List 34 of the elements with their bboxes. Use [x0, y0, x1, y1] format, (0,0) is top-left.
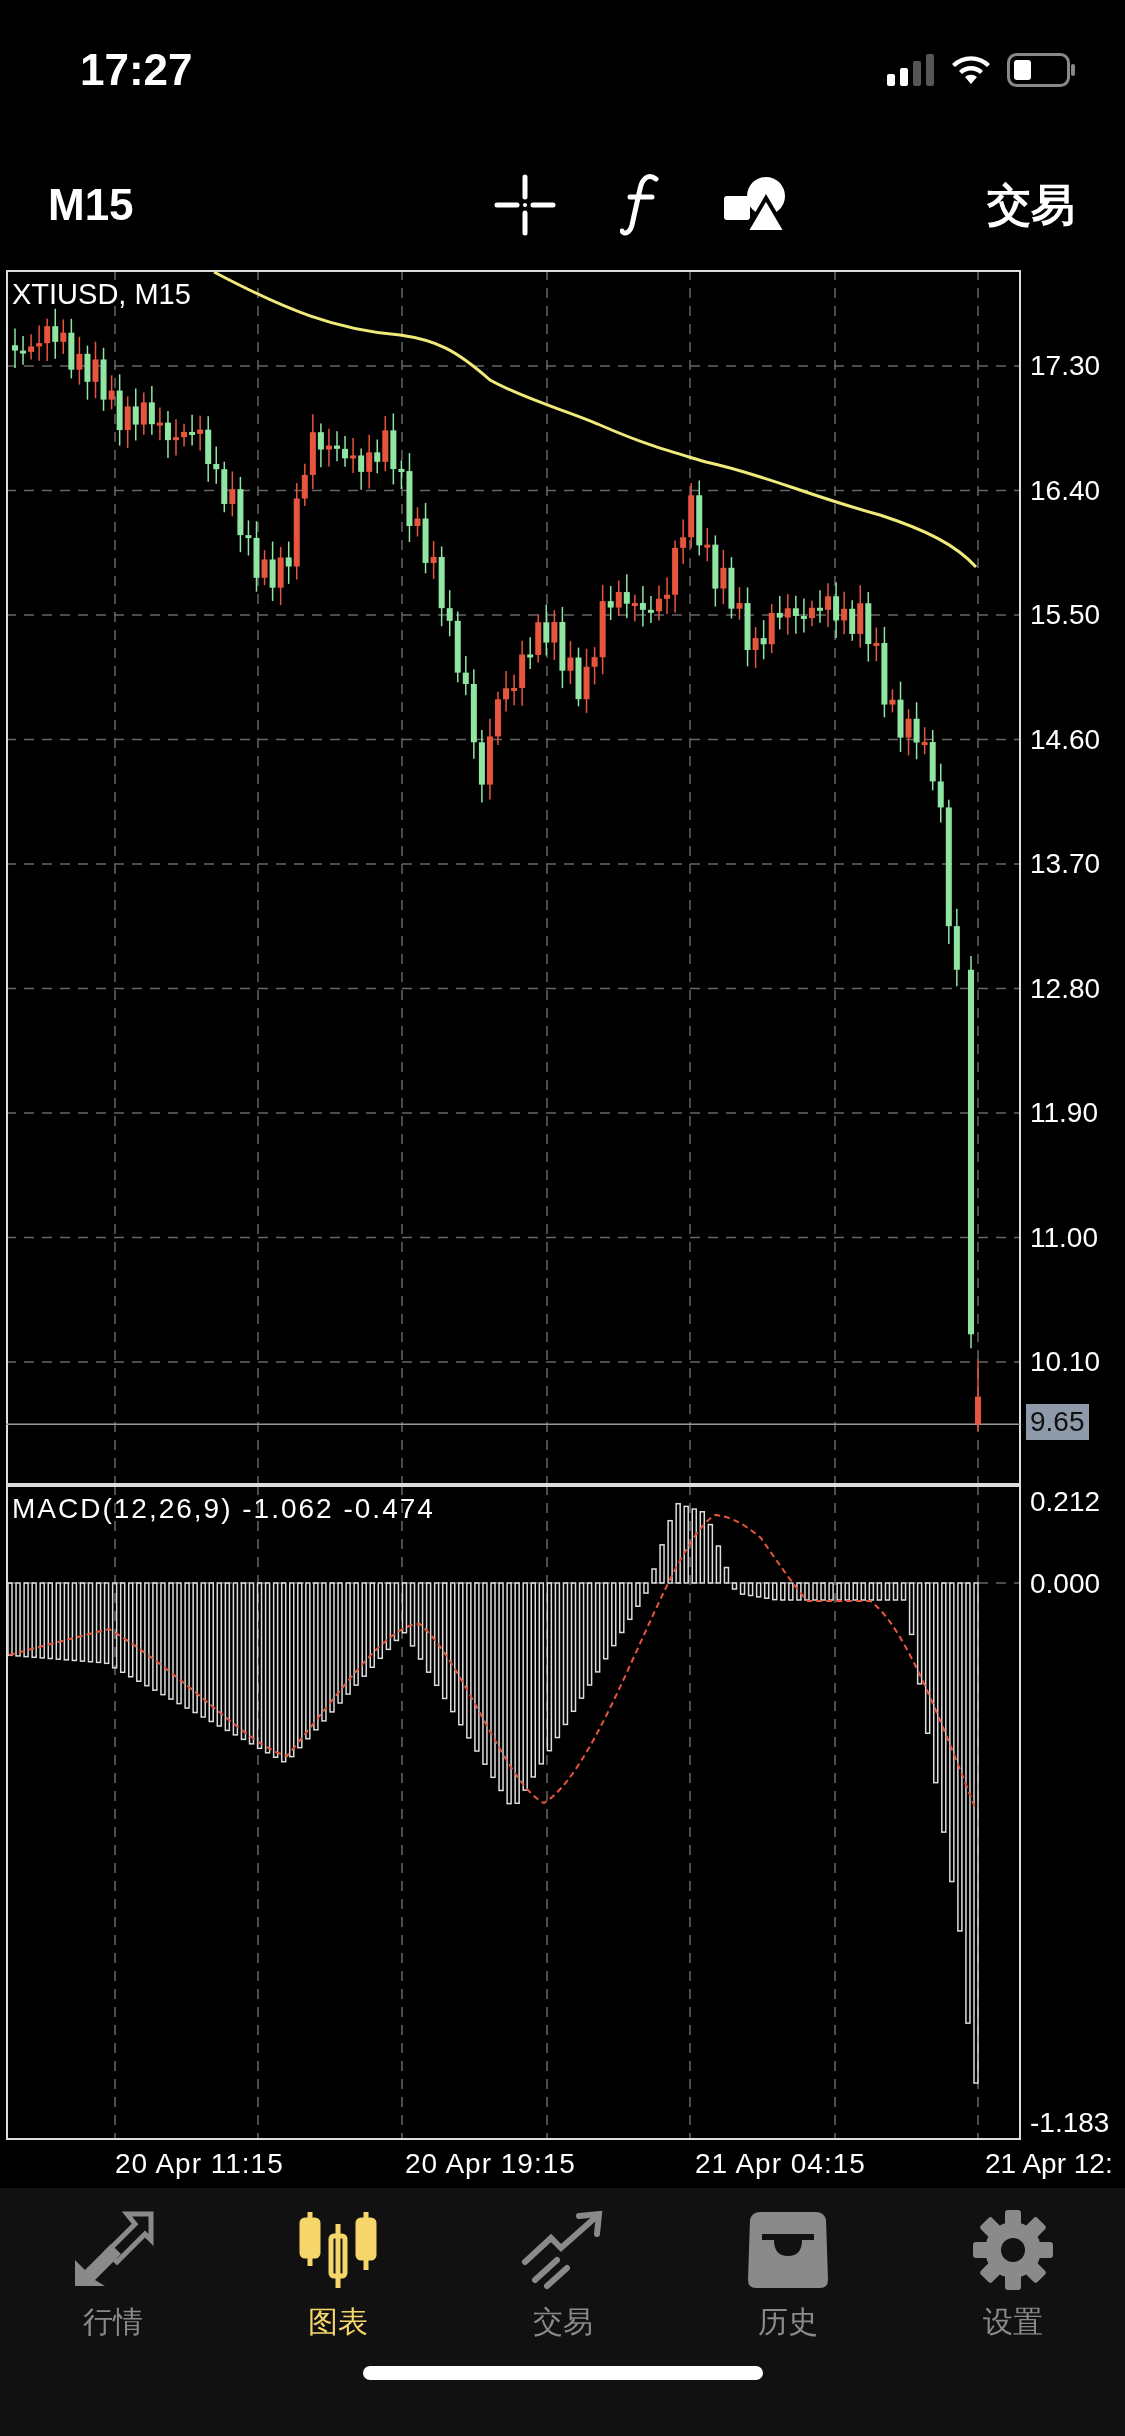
price-tick-label: 10.10 [1029, 1345, 1101, 1379]
price-tick-label: 11.00 [1029, 1220, 1099, 1255]
price-tick-label: 12.80 [1029, 971, 1101, 1006]
time-axis-label: 21 Apr 12: [985, 2147, 1113, 2181]
indicator-label: MACD(12,26,9) -1.062 -0.474 [12, 1493, 435, 1525]
price-tick-label: 11.90 [1029, 1096, 1099, 1130]
trade-button[interactable]: 交易 [987, 175, 1075, 235]
status-time: 17:27 [80, 45, 193, 95]
tab-item[interactable]: 设置 [900, 2210, 1125, 2348]
price-tick-label: 14.60 [1029, 722, 1101, 757]
time-axis-label: 20 Apr 19:15 [405, 2147, 577, 2181]
timeframe-button[interactable]: M15 [48, 180, 134, 230]
indicator-tick-label: 0.000 [1029, 1567, 1102, 1601]
signal-icon [887, 54, 935, 86]
price-tick-label: 16.40 [1029, 473, 1101, 508]
crosshair-icon[interactable] [494, 174, 557, 236]
battery-icon [1007, 53, 1077, 87]
inbox-icon [745, 2210, 830, 2290]
function-icon[interactable] [620, 173, 661, 237]
indicator-tick-label: 0.212 [1029, 1485, 1102, 1519]
current-price-badge: 9.65 [1026, 1404, 1089, 1440]
trend-arrow-icon [520, 2210, 605, 2290]
tab-item[interactable]: 图表 [225, 2210, 450, 2348]
indicator-tick-label: -1.183 [1029, 2106, 1111, 2140]
tab-item[interactable]: 行情 [0, 2210, 225, 2348]
time-axis-label: 21 Apr 04:15 [695, 2147, 867, 2181]
tab-item[interactable]: 历史 [675, 2210, 900, 2348]
price-tick-label: 13.70 [1029, 847, 1101, 881]
tab-item[interactable]: 交易 [450, 2210, 675, 2348]
price-tick-label: 17.30 [1029, 349, 1101, 383]
time-axis-label: 20 Apr 11:15 [115, 2147, 285, 2181]
price-tick-label: 15.50 [1029, 598, 1101, 632]
symbol-label: XTIUSD, M15 [12, 278, 191, 311]
settings-icon [970, 2210, 1055, 2290]
